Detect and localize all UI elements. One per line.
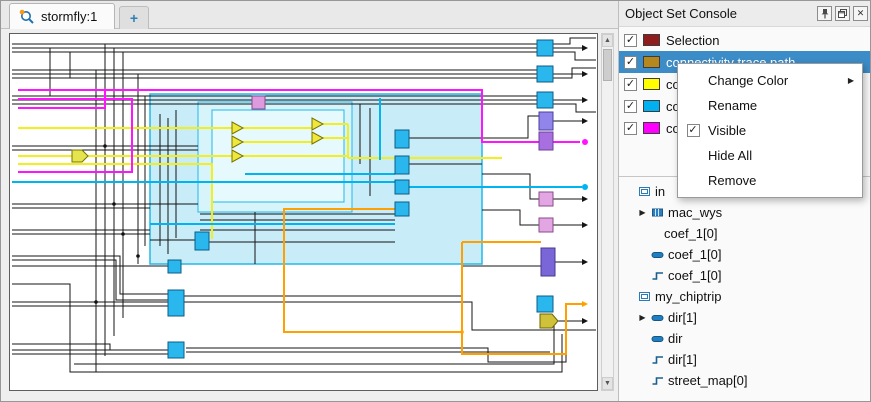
tab-stormfly[interactable]: stormfly:1 — [9, 3, 115, 29]
tree-item-label: coef_1[0] — [668, 268, 722, 283]
schematic-canvas[interactable] — [9, 33, 598, 391]
waveform-icon — [651, 374, 664, 387]
color-swatch[interactable] — [643, 78, 660, 90]
visibility-checkbox[interactable]: ✓ — [624, 34, 637, 47]
checkmark-icon: ✓ — [626, 123, 635, 134]
context-menu: Change Color ▶ Rename ✓ Visible Hide All… — [677, 63, 863, 198]
visibility-checkbox[interactable]: ✓ — [624, 56, 637, 69]
color-swatch[interactable] — [643, 100, 660, 112]
tree-item-label: street_map[0] — [668, 373, 748, 388]
tree-item[interactable]: street_map[0] — [619, 370, 871, 391]
menu-item-label: Rename — [708, 98, 854, 113]
checkmark-icon: ✓ — [688, 125, 697, 136]
pin-icon — [820, 8, 830, 19]
tree-item-label: my_chiptrip — [655, 289, 721, 304]
tree-item[interactable]: my_chiptrip — [619, 286, 871, 307]
menu-item-remove[interactable]: Remove — [678, 168, 862, 193]
object-set-console-panel: Object Set Console ✕ ✓ — [618, 1, 871, 402]
color-swatch[interactable] — [643, 56, 660, 68]
object-set-label: Selection — [666, 33, 719, 48]
menu-item-label: Visible — [708, 123, 854, 138]
scroll-down-icon: ▼ — [604, 380, 611, 387]
menu-item-label: Remove — [708, 173, 854, 188]
application-window: stormfly:1 + — [0, 0, 871, 402]
scroll-up-button[interactable]: ▲ — [602, 34, 613, 47]
scroll-up-icon: ▲ — [604, 37, 611, 44]
scrollbar-thumb[interactable] — [603, 49, 612, 81]
tree-item[interactable]: dir[1] — [619, 349, 871, 370]
expander-icon[interactable]: ▶ — [638, 313, 647, 322]
new-tab-button[interactable]: + — [119, 6, 149, 29]
waveform-icon — [651, 269, 664, 282]
object-set-row-selection[interactable]: ✓ Selection — [619, 29, 871, 51]
float-button[interactable] — [835, 6, 850, 21]
checkmark-icon: ✓ — [626, 35, 635, 46]
menu-item-label: Change Color — [708, 73, 842, 88]
checkmark-icon: ✓ — [626, 79, 635, 90]
object-tree: in ▶ mac_wys coef_1[0] coef_1[0] coef_1[… — [619, 181, 871, 401]
checkmark-icon: ✓ — [626, 101, 635, 112]
schematic-drawing — [10, 34, 597, 390]
net-icon — [651, 332, 664, 345]
menu-item-visible[interactable]: ✓ Visible — [678, 118, 862, 143]
tree-item-label: in — [655, 184, 665, 199]
close-icon: ✕ — [857, 9, 865, 18]
chip-icon — [638, 290, 651, 303]
tree-item[interactable]: coef_1[0] — [619, 244, 871, 265]
tree-item-label: coef_1[0] — [668, 247, 722, 262]
close-button[interactable]: ✕ — [853, 6, 868, 21]
visibility-checkbox[interactable]: ✓ — [624, 122, 637, 135]
menu-item-hide-all[interactable]: Hide All — [678, 143, 862, 168]
scroll-down-button[interactable]: ▼ — [602, 377, 613, 390]
tree-item[interactable]: ▶ mac_wys — [619, 202, 871, 223]
schematic-search-icon — [19, 9, 35, 25]
float-window-icon — [837, 8, 848, 19]
color-swatch[interactable] — [643, 122, 660, 134]
tree-item[interactable]: coef_1[0] — [619, 223, 871, 244]
tab-bar: stormfly:1 + — [1, 1, 618, 29]
visibility-checkbox[interactable]: ✓ — [624, 78, 637, 91]
chip-icon — [638, 185, 651, 198]
expander-icon[interactable]: ▶ — [638, 208, 647, 217]
tree-item[interactable]: ▶ dir[1] — [619, 307, 871, 328]
menu-item-rename[interactable]: Rename — [678, 93, 862, 118]
cell-icon — [651, 206, 664, 219]
tree-item-label: dir[1] — [668, 310, 697, 325]
waveform-icon — [651, 353, 664, 366]
tree-item-label: mac_wys — [668, 205, 722, 220]
tree-item[interactable]: coef_1[0] — [619, 265, 871, 286]
tree-item[interactable]: dir — [619, 328, 871, 349]
color-swatch[interactable] — [643, 34, 660, 46]
panel-title: Object Set Console — [625, 6, 814, 21]
panel-header: Object Set Console ✕ — [619, 1, 871, 27]
tree-item-label: dir — [668, 331, 682, 346]
tree-item-label: coef_1[0] — [664, 226, 718, 241]
menu-item-change-color[interactable]: Change Color ▶ — [678, 68, 862, 93]
tab-label: stormfly:1 — [41, 9, 97, 24]
pin-button[interactable] — [817, 6, 832, 21]
net-icon — [651, 311, 664, 324]
plus-icon: + — [130, 10, 138, 26]
canvas-vertical-scrollbar[interactable]: ▲ ▼ — [601, 33, 614, 391]
menu-icon-gutter: ✓ — [684, 124, 702, 137]
menu-item-label: Hide All — [708, 148, 854, 163]
visible-checkbox[interactable]: ✓ — [687, 124, 700, 137]
tree-item-label: dir[1] — [668, 352, 697, 367]
checkmark-icon: ✓ — [626, 57, 635, 68]
net-icon — [651, 248, 664, 261]
submenu-arrow-icon: ▶ — [848, 76, 854, 85]
visibility-checkbox[interactable]: ✓ — [624, 100, 637, 113]
